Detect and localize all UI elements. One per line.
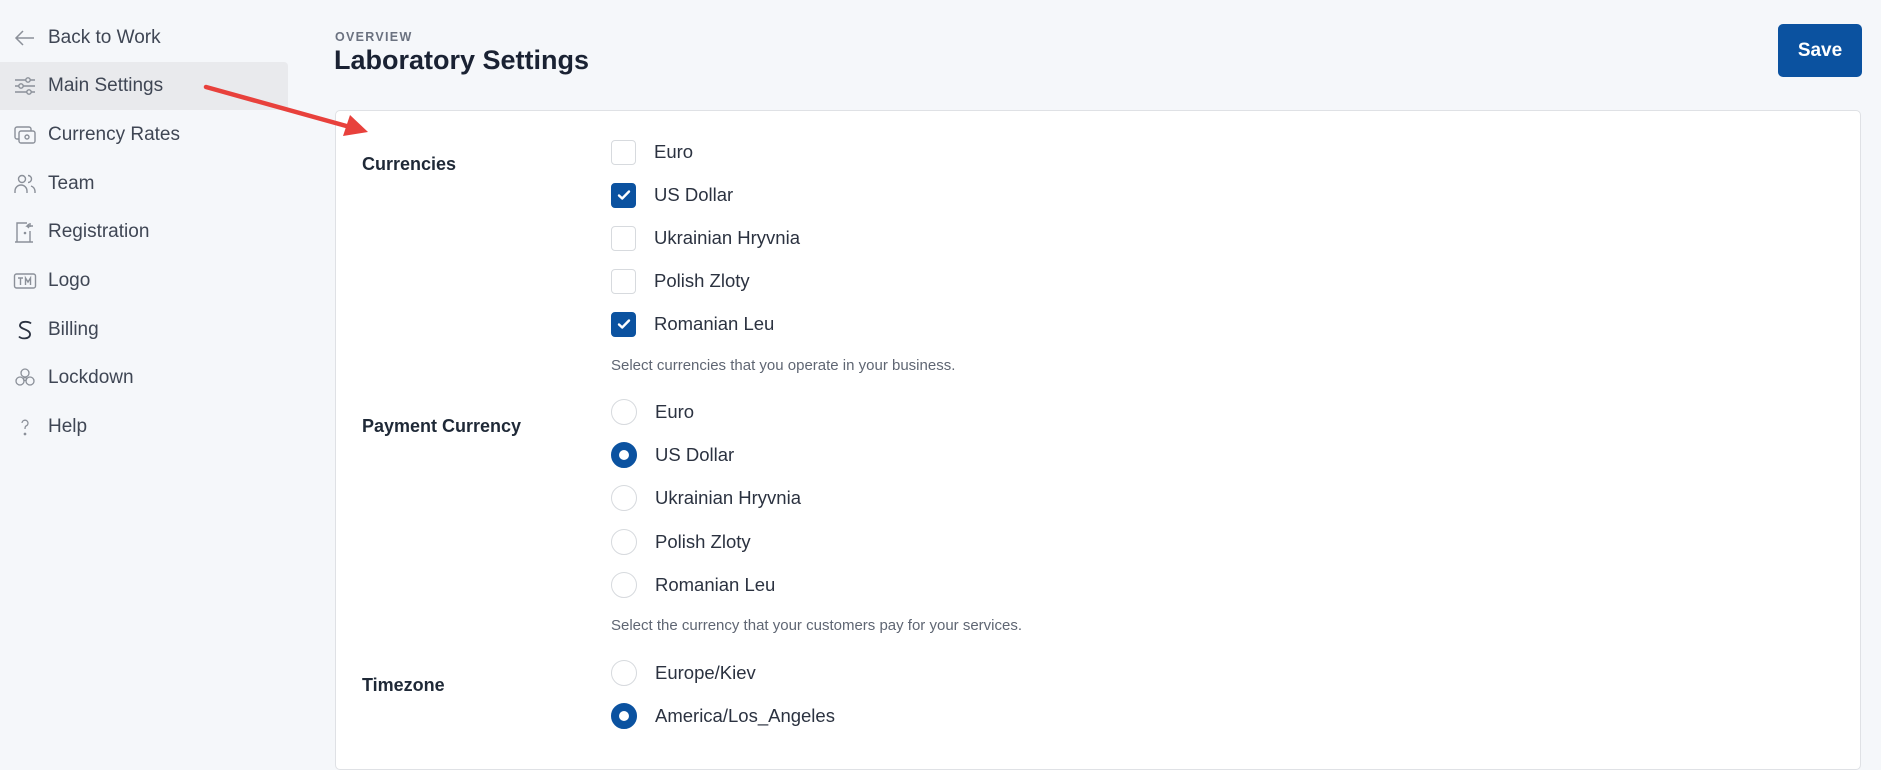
option-label: Polish Zloty	[655, 530, 751, 552]
stripe-s-icon	[12, 317, 38, 343]
radio-option[interactable]: Ukrainian Hryvnia	[611, 484, 801, 512]
sidebar-item-help[interactable]: Help	[0, 403, 288, 451]
radio-option[interactable]: Europe/Kiev	[611, 659, 756, 687]
trademark-icon	[12, 268, 38, 294]
sidebar-item-label: Logo	[48, 270, 91, 291]
sidebar-item-label: Help	[48, 416, 88, 437]
option-label: Romanian Leu	[655, 573, 776, 595]
sidebar-item-team[interactable]: Team	[0, 160, 288, 208]
save-button[interactable]: Save	[1778, 24, 1862, 77]
radio-button[interactable]	[611, 571, 637, 598]
sidebar-item-label: Team	[48, 173, 95, 194]
option-label: US Dollar	[654, 184, 734, 205]
checkbox[interactable]	[611, 182, 636, 208]
radio-option[interactable]: US Dollar	[611, 441, 734, 469]
checkbox-option[interactable]: US Dollar	[611, 181, 733, 209]
radio-button[interactable]	[611, 528, 637, 555]
radio-button[interactable]	[611, 703, 637, 729]
option-label: US Dollar	[655, 444, 735, 466]
checkbox[interactable]	[611, 311, 636, 337]
checkbox-option[interactable]: Polish Zloty	[611, 267, 750, 295]
timezone-label: Timezone	[362, 675, 445, 695]
checkbox-option[interactable]: Euro	[611, 138, 693, 166]
sidebar-item-label: Billing	[48, 319, 99, 340]
radio-option[interactable]: Romanian Leu	[611, 571, 775, 599]
checkbox[interactable]	[611, 268, 636, 294]
payment-currency-help-text: Select the currency that your customers …	[611, 617, 1022, 634]
sidebar-item-lockdown[interactable]: Lockdown	[0, 354, 288, 402]
cash-icon	[12, 122, 38, 148]
radio-button[interactable]	[611, 399, 637, 425]
sidebar-item-main-settings[interactable]: Main Settings	[0, 62, 288, 110]
sidebar-item-billing[interactable]: Billing	[0, 306, 288, 354]
radio-button[interactable]	[611, 660, 637, 686]
radio-option[interactable]: Euro	[611, 398, 694, 426]
option-label: Ukrainian Hryvnia	[655, 487, 801, 509]
option-label: Polish Zloty	[654, 270, 750, 291]
sidebar-item-label: Lockdown	[48, 367, 134, 388]
sidebar-item-currency-rates[interactable]: Currency Rates	[0, 111, 288, 159]
sidebar-item-label: Registration	[48, 221, 150, 242]
currencies-help-text: Select currencies that you operate in yo…	[611, 357, 956, 374]
checkbox-option[interactable]: Ukrainian Hryvnia	[611, 224, 800, 252]
radio-option[interactable]: America/Los_Angeles	[611, 702, 835, 730]
radio-button[interactable]	[611, 485, 637, 512]
checkmark-icon	[617, 190, 630, 200]
checkbox[interactable]	[611, 225, 636, 251]
sidebar-item-registration[interactable]: Registration	[0, 208, 288, 256]
checkbox-option[interactable]: Romanian Leu	[611, 310, 774, 338]
checkmark-icon	[617, 319, 630, 329]
question-icon	[12, 414, 38, 440]
radio-option[interactable]: Polish Zloty	[611, 528, 751, 556]
option-label: Euro	[655, 401, 695, 422]
sliders-icon	[12, 73, 38, 99]
sidebar-item-logo[interactable]: Logo	[0, 257, 288, 305]
arrow-left-icon	[12, 25, 38, 51]
radio-button[interactable]	[611, 442, 637, 469]
page-title: Laboratory Settings	[334, 45, 590, 75]
biohazard-icon	[12, 365, 38, 391]
users-icon	[12, 171, 38, 197]
currencies-label: Currencies	[362, 154, 457, 174]
door-enter-icon	[12, 219, 38, 245]
sidebar-item-label: Back to Work	[48, 27, 161, 48]
payment-currency-label: Payment Currency	[362, 416, 522, 436]
sidebar-item-back-to-work[interactable]: Back to Work	[0, 14, 288, 62]
sidebar-item-label: Currency Rates	[48, 124, 180, 145]
option-label: Romanian Leu	[654, 313, 775, 334]
option-label: Ukrainian Hryvnia	[654, 227, 800, 248]
option-label: Europe/Kiev	[655, 662, 756, 683]
sidebar-item-label: Main Settings	[48, 75, 164, 96]
option-label: America/Los_Angeles	[655, 705, 835, 726]
settings-card	[335, 110, 1861, 770]
sidebar: Back to Work Main Settings Currency Rate…	[0, 0, 288, 742]
page-overline: OVERVIEW	[335, 30, 413, 44]
option-label: Euro	[654, 141, 694, 162]
checkbox[interactable]	[611, 139, 636, 165]
